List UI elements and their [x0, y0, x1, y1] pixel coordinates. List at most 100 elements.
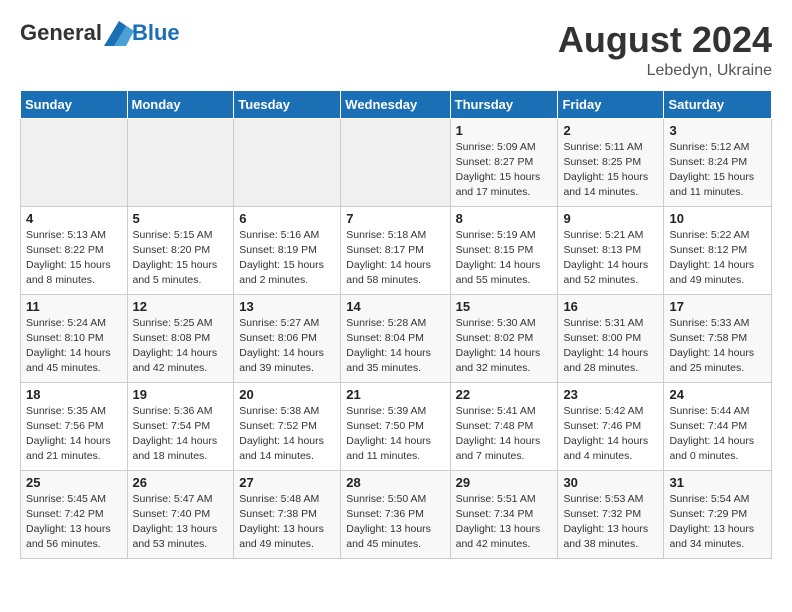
weekday-header: Tuesday [234, 90, 341, 118]
day-info: Sunrise: 5:33 AMSunset: 7:58 PMDaylight:… [669, 316, 766, 377]
day-number: 25 [26, 475, 122, 490]
day-info: Sunrise: 5:27 AMSunset: 8:06 PMDaylight:… [239, 316, 335, 377]
day-info: Sunrise: 5:13 AMSunset: 8:22 PMDaylight:… [26, 228, 122, 289]
day-info: Sunrise: 5:47 AMSunset: 7:40 PMDaylight:… [133, 492, 229, 553]
weekday-header: Friday [558, 90, 664, 118]
day-info: Sunrise: 5:09 AMSunset: 8:27 PMDaylight:… [456, 140, 553, 201]
page: General Blue August 2024 Lebedyn, Ukrain… [0, 0, 792, 569]
calendar-cell: 4Sunrise: 5:13 AMSunset: 8:22 PMDaylight… [21, 206, 128, 294]
calendar-cell: 17 Sunrise: 5:33 AMSunset: 7:58 PMDayligh… [664, 294, 772, 382]
logo: General Blue [20, 20, 180, 46]
calendar-cell: 2Sunrise: 5:11 AMSunset: 8:25 PMDaylight… [558, 118, 664, 206]
day-info: Sunrise: 5:12 AMSunset: 8:24 PMDaylight:… [669, 140, 766, 201]
day-info: Sunrise: 5:53 AMSunset: 7:32 PMDaylight:… [563, 492, 658, 553]
day-info: Sunrise: 5:48 AMSunset: 7:38 PMDaylight:… [239, 492, 335, 553]
calendar-cell: 8 Sunrise: 5:19 AMSunset: 8:15 PMDaylight… [450, 206, 558, 294]
day-number: 24 [669, 387, 766, 402]
calendar-week-row: 1 Sunrise: 5:09 AMSunset: 8:27 PMDaylight… [21, 118, 772, 206]
calendar-cell: 31Sunrise: 5:54 AMSunset: 7:29 PMDayligh… [664, 470, 772, 558]
calendar-header-row: SundayMondayTuesdayWednesdayThursdayFrid… [21, 90, 772, 118]
day-info: Sunrise: 5:28 AMSunset: 8:04 PMDaylight:… [346, 316, 444, 377]
day-info: Sunrise: 5:21 AMSunset: 8:13 PMDaylight:… [563, 228, 658, 289]
day-number: 16 [563, 299, 658, 314]
day-info: Sunrise: 5:44 AMSunset: 7:44 PMDaylight:… [669, 404, 766, 465]
calendar-cell: 27 Sunrise: 5:48 AMSunset: 7:38 PMDayligh… [234, 470, 341, 558]
calendar-cell: 20Sunrise: 5:38 AMSunset: 7:52 PMDayligh… [234, 382, 341, 470]
calendar-cell: 14 Sunrise: 5:28 AMSunset: 8:04 PMDayligh… [341, 294, 450, 382]
weekday-header: Saturday [664, 90, 772, 118]
calendar-table: SundayMondayTuesdayWednesdayThursdayFrid… [20, 90, 772, 559]
calendar-cell [21, 118, 128, 206]
day-info: Sunrise: 5:35 AMSunset: 7:56 PMDaylight:… [26, 404, 122, 465]
day-info: Sunrise: 5:50 AMSunset: 7:36 PMDaylight:… [346, 492, 444, 553]
day-info: Sunrise: 5:31 AMSunset: 8:00 PMDaylight:… [563, 316, 658, 377]
calendar-cell: 29Sunrise: 5:51 AMSunset: 7:34 PMDayligh… [450, 470, 558, 558]
day-info: Sunrise: 5:16 AMSunset: 8:19 PMDaylight:… [239, 228, 335, 289]
day-number: 10 [669, 211, 766, 226]
day-number: 22 [456, 387, 553, 402]
day-info: Sunrise: 5:39 AMSunset: 7:50 PMDaylight:… [346, 404, 444, 465]
day-number: 9 [563, 211, 658, 226]
title-section: August 2024 Lebedyn, Ukraine [558, 20, 772, 80]
weekday-header: Wednesday [341, 90, 450, 118]
day-info: Sunrise: 5:24 AMSunset: 8:10 PMDaylight:… [26, 316, 122, 377]
calendar-cell: 11 Sunrise: 5:24 AMSunset: 8:10 PMDayligh… [21, 294, 128, 382]
day-info: Sunrise: 5:42 AMSunset: 7:46 PMDaylight:… [563, 404, 658, 465]
day-number: 11 [26, 299, 122, 314]
weekday-header: Sunday [21, 90, 128, 118]
day-number: 19 [133, 387, 229, 402]
day-info: Sunrise: 5:41 AMSunset: 7:48 PMDaylight:… [456, 404, 553, 465]
calendar-cell: 24 Sunrise: 5:44 AMSunset: 7:44 PMDayligh… [664, 382, 772, 470]
calendar-cell: 23Sunrise: 5:42 AMSunset: 7:46 PMDayligh… [558, 382, 664, 470]
logo-icon [104, 21, 134, 46]
day-number: 20 [239, 387, 335, 402]
calendar-cell: 13 Sunrise: 5:27 AMSunset: 8:06 PMDayligh… [234, 294, 341, 382]
calendar-cell: 7 Sunrise: 5:18 AMSunset: 8:17 PMDaylight… [341, 206, 450, 294]
calendar-cell: 6Sunrise: 5:16 AMSunset: 8:19 PMDaylight… [234, 206, 341, 294]
logo-general: General [20, 20, 102, 46]
calendar-cell: 15 Sunrise: 5:30 AMSunset: 8:02 PMDayligh… [450, 294, 558, 382]
calendar-cell: 1 Sunrise: 5:09 AMSunset: 8:27 PMDaylight… [450, 118, 558, 206]
calendar-cell: 28 Sunrise: 5:50 AMSunset: 7:36 PMDayligh… [341, 470, 450, 558]
calendar-cell: 25 Sunrise: 5:45 AMSunset: 7:42 PMDayligh… [21, 470, 128, 558]
day-info: Sunrise: 5:45 AMSunset: 7:42 PMDaylight:… [26, 492, 122, 553]
day-number: 1 [456, 123, 553, 138]
day-number: 7 [346, 211, 444, 226]
day-number: 27 [239, 475, 335, 490]
calendar-week-row: 11 Sunrise: 5:24 AMSunset: 8:10 PMDayligh… [21, 294, 772, 382]
subtitle: Lebedyn, Ukraine [558, 62, 772, 80]
day-number: 31 [669, 475, 766, 490]
day-info: Sunrise: 5:51 AMSunset: 7:34 PMDaylight:… [456, 492, 553, 553]
calendar-cell: 22 Sunrise: 5:41 AMSunset: 7:48 PMDayligh… [450, 382, 558, 470]
calendar-cell: 3Sunrise: 5:12 AMSunset: 8:24 PMDaylight… [664, 118, 772, 206]
weekday-header: Thursday [450, 90, 558, 118]
calendar-cell: 9 Sunrise: 5:21 AMSunset: 8:13 PMDaylight… [558, 206, 664, 294]
day-info: Sunrise: 5:22 AMSunset: 8:12 PMDaylight:… [669, 228, 766, 289]
day-number: 12 [133, 299, 229, 314]
main-title: August 2024 [558, 20, 772, 60]
day-info: Sunrise: 5:30 AMSunset: 8:02 PMDaylight:… [456, 316, 553, 377]
calendar-cell: 12Sunrise: 5:25 AMSunset: 8:08 PMDayligh… [127, 294, 234, 382]
calendar-cell: 30 Sunrise: 5:53 AMSunset: 7:32 PMDayligh… [558, 470, 664, 558]
calendar-cell: 5 Sunrise: 5:15 AMSunset: 8:20 PMDaylight… [127, 206, 234, 294]
day-number: 15 [456, 299, 553, 314]
day-number: 30 [563, 475, 658, 490]
day-number: 18 [26, 387, 122, 402]
calendar-cell: 16 Sunrise: 5:31 AMSunset: 8:00 PMDayligh… [558, 294, 664, 382]
calendar-week-row: 4Sunrise: 5:13 AMSunset: 8:22 PMDaylight… [21, 206, 772, 294]
day-info: Sunrise: 5:18 AMSunset: 8:17 PMDaylight:… [346, 228, 444, 289]
calendar-cell: 10 Sunrise: 5:22 AMSunset: 8:12 PMDayligh… [664, 206, 772, 294]
day-info: Sunrise: 5:15 AMSunset: 8:20 PMDaylight:… [133, 228, 229, 289]
calendar-cell: 18 Sunrise: 5:35 AMSunset: 7:56 PMDayligh… [21, 382, 128, 470]
calendar-cell: 19Sunrise: 5:36 AMSunset: 7:54 PMDayligh… [127, 382, 234, 470]
calendar-cell: 21Sunrise: 5:39 AMSunset: 7:50 PMDayligh… [341, 382, 450, 470]
day-number: 28 [346, 475, 444, 490]
day-number: 13 [239, 299, 335, 314]
day-info: Sunrise: 5:19 AMSunset: 8:15 PMDaylight:… [456, 228, 553, 289]
day-number: 17 [669, 299, 766, 314]
day-number: 5 [133, 211, 229, 226]
day-number: 8 [456, 211, 553, 226]
calendar-cell [127, 118, 234, 206]
weekday-header: Monday [127, 90, 234, 118]
day-number: 14 [346, 299, 444, 314]
